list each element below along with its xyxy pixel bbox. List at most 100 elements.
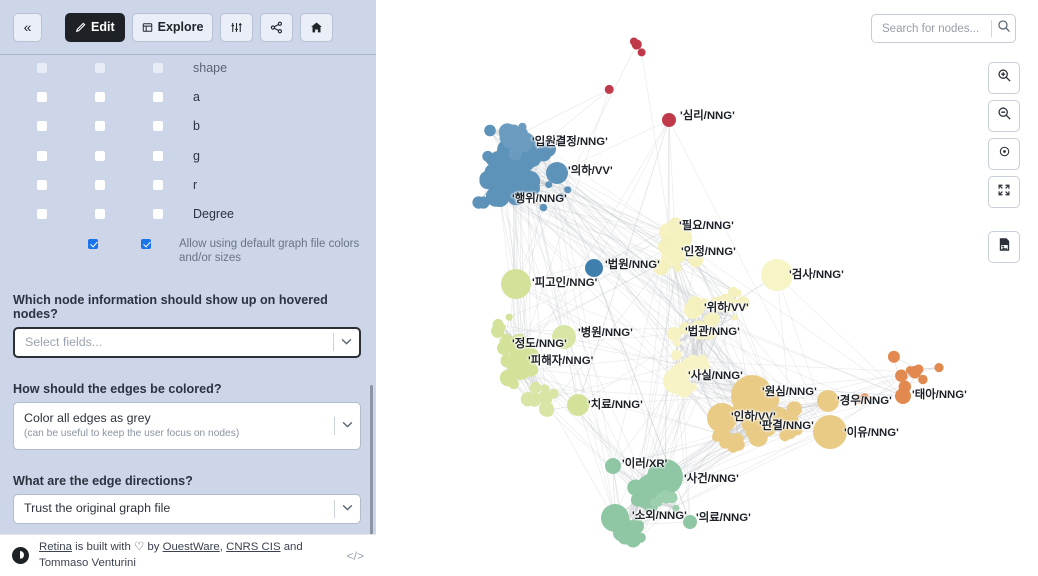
footer-text-1: is built with — [71, 541, 134, 554]
attr-checkbox-col2[interactable] — [71, 150, 129, 161]
network-graph-svg[interactable] — [376, 0, 1038, 576]
checkbox[interactable] — [153, 121, 163, 132]
filters-button[interactable] — [220, 12, 254, 42]
checkbox[interactable] — [95, 209, 105, 220]
checkbox[interactable] — [95, 91, 105, 102]
zoom-in-icon — [997, 68, 1012, 88]
attribute-label: b — [193, 119, 200, 134]
chevron-down-icon[interactable] — [342, 420, 353, 431]
attr-checkbox-col2[interactable] — [71, 62, 129, 73]
checkbox[interactable] — [37, 209, 47, 220]
chevron-down-icon[interactable] — [341, 337, 352, 348]
checkbox[interactable] — [37, 179, 47, 190]
attr-checkbox-col3[interactable] — [129, 91, 187, 102]
embed-code-icon[interactable]: </> — [347, 549, 364, 563]
checkbox[interactable] — [153, 91, 163, 102]
home-button[interactable] — [300, 12, 334, 42]
hovered-nodes-question-label: Which node information should show up on… — [13, 292, 328, 321]
edge-color-question-label: How should the edges be colored? — [13, 381, 222, 396]
pencil-icon — [75, 22, 86, 33]
graph-edges — [478, 41, 940, 541]
attr-checkbox-col1[interactable] — [13, 91, 71, 102]
attr-checkbox-col2[interactable] — [71, 121, 129, 132]
attribute-row: b — [13, 112, 363, 141]
sidebar-scroll-body[interactable]: shape a b g r Degree Allow using default… — [0, 55, 376, 542]
top-toolbar: « Edit Explore — [0, 0, 376, 55]
footer-text-2: by — [144, 541, 163, 554]
attr-checkbox-col3[interactable] — [129, 209, 187, 220]
collapse-sidebar-button[interactable]: « — [13, 12, 42, 42]
share-button[interactable] — [260, 12, 294, 42]
edit-button[interactable]: Edit — [65, 12, 125, 42]
attribute-row: Degree — [13, 199, 363, 228]
share-icon — [270, 21, 283, 34]
allow-default-colors-checkbox[interactable] — [66, 237, 119, 249]
reset-zoom-button[interactable] — [988, 138, 1020, 170]
cnrs-cis-link[interactable]: CNRS CIS — [226, 541, 280, 553]
zoom-out-button[interactable] — [988, 100, 1020, 132]
zoom-in-button[interactable] — [988, 62, 1020, 94]
attribute-row: g — [13, 141, 363, 170]
attr-checkbox-col2[interactable] — [71, 209, 129, 220]
attr-checkbox-col3[interactable] — [129, 179, 187, 190]
attribute-label: g — [193, 148, 200, 163]
attr-checkbox-col1[interactable] — [13, 62, 71, 73]
edge-color-select[interactable]: Color all edges as grey (can be useful t… — [13, 401, 361, 450]
sidebar-scrollbar[interactable] — [370, 385, 373, 540]
allow-default-label: Allow using default graph file colors an… — [178, 237, 360, 264]
checkbox[interactable] — [87, 238, 98, 249]
graph-canvas[interactable]: '심리/NNG' '입원/'결정/NNG' '의하/VV' '행위/NNG' '법원/N… — [376, 0, 1038, 576]
chevron-down-icon[interactable] — [342, 503, 353, 514]
download-image-button[interactable] — [988, 231, 1020, 263]
attribute-row: a — [13, 82, 363, 111]
attr-checkbox-col2[interactable] — [71, 179, 129, 190]
node-search-box[interactable] — [871, 14, 1016, 43]
checkbox[interactable] — [37, 150, 47, 161]
heart-icon: ♡ — [133, 541, 145, 554]
footer-text-3: and — [280, 541, 303, 554]
attr-checkbox-col3[interactable] — [129, 121, 187, 132]
edge-direction-question-label: What are the edge directions? — [13, 473, 193, 488]
footer-credits: Retina is built with ♡ by OuestWare, CNR… — [39, 540, 341, 570]
checkbox[interactable] — [141, 238, 152, 249]
allow-default-row: Allow using default graph file colors an… — [13, 237, 363, 273]
checkbox[interactable] — [153, 62, 163, 73]
divider — [334, 499, 335, 518]
retina-link[interactable]: Retina — [39, 541, 72, 553]
attr-checkbox-col2[interactable] — [71, 91, 129, 102]
checkbox[interactable] — [37, 121, 47, 132]
edit-button-label: Edit — [91, 20, 115, 34]
explore-button[interactable]: Explore — [131, 12, 214, 42]
edge-direction-value: Trust the original graph file — [24, 501, 171, 516]
checkbox[interactable] — [153, 150, 163, 161]
download-image-icon — [997, 237, 1012, 257]
attr-checkbox-col1[interactable] — [13, 150, 71, 161]
fullscreen-button[interactable] — [988, 176, 1020, 208]
divider — [334, 416, 335, 435]
attr-checkbox-col1[interactable] — [13, 179, 71, 190]
attr-checkbox-col3[interactable] — [129, 62, 187, 73]
edge-direction-select[interactable]: Trust the original graph file — [13, 493, 361, 524]
checkbox[interactable] — [95, 179, 105, 190]
checkbox[interactable] — [95, 62, 105, 73]
select-affordances — [334, 403, 353, 449]
checkbox[interactable] — [37, 91, 47, 102]
hovered-fields-placeholder: Select fields... — [25, 335, 103, 350]
collapse-chevron-icon: « — [23, 19, 32, 35]
checkbox[interactable] — [95, 150, 105, 161]
checkbox[interactable] — [153, 179, 163, 190]
attribute-label: r — [193, 177, 198, 192]
search-icon[interactable] — [997, 19, 1011, 38]
ouestware-link[interactable]: OuestWare — [163, 541, 220, 553]
sidebar-footer: Retina is built with ♡ by OuestWare, CNR… — [0, 534, 376, 576]
explore-button-label: Explore — [157, 20, 204, 34]
checkbox[interactable] — [95, 121, 105, 132]
search-input[interactable] — [882, 22, 986, 35]
attr-checkbox-col3[interactable] — [129, 150, 187, 161]
checkbox[interactable] — [37, 62, 47, 73]
checkbox[interactable] — [153, 209, 163, 220]
attr-checkbox-col1[interactable] — [13, 209, 71, 220]
attr-checkbox-col1[interactable] — [13, 121, 71, 132]
allow-default-sizes-checkbox[interactable] — [120, 237, 173, 249]
hovered-fields-select[interactable]: Select fields... — [13, 326, 361, 358]
